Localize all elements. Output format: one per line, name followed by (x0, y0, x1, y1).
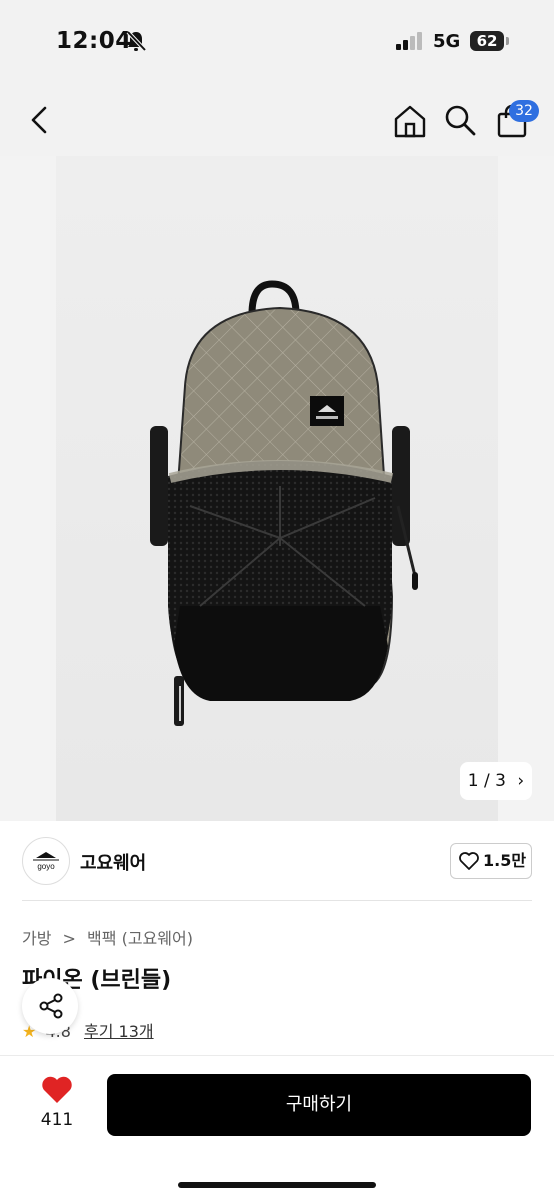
gallery-counter[interactable]: 1 / 3 › (460, 762, 532, 800)
share-icon (39, 993, 63, 1019)
heart-outline-icon (459, 852, 479, 870)
svg-text:goyo: goyo (37, 862, 55, 871)
goyo-logo-icon: goyo (33, 852, 59, 871)
brand-row[interactable]: goyo 고요웨어 1.5만 (0, 821, 554, 901)
wishlist-count: 411 (40, 1110, 74, 1130)
wishlist-heart-icon[interactable] (41, 1076, 73, 1104)
battery-icon: 62 (470, 31, 504, 51)
status-time: 12:04 (56, 28, 132, 54)
top-navigation: 32 (0, 84, 554, 156)
divider (22, 900, 532, 901)
bottom-action-bar: 411 구매하기 (0, 1055, 554, 1201)
home-indicator[interactable] (178, 1182, 376, 1188)
cell-signal-icon (396, 32, 422, 50)
network-type: 5G (433, 31, 461, 52)
share-button[interactable] (22, 978, 78, 1034)
back-arrow-icon[interactable] (28, 104, 52, 136)
reviews-link[interactable]: 후기 13개 (84, 1022, 154, 1041)
status-bar: 12:04 5G 62 (0, 0, 554, 84)
breadcrumb-separator: > (62, 929, 76, 948)
bell-muted-icon (126, 30, 146, 52)
cart-count-badge: 32 (509, 100, 539, 122)
breadcrumb-category[interactable]: 가방 (22, 929, 51, 948)
buy-button[interactable]: 구매하기 (107, 1074, 531, 1136)
search-icon[interactable] (444, 104, 476, 136)
product-image-gallery[interactable]: 1 / 3 › (0, 156, 554, 821)
breadcrumb: 가방 > 백팩 (고요웨어) (22, 925, 199, 949)
gallery-counter-text: 1 / 3 (467, 771, 506, 791)
home-icon[interactable] (393, 104, 427, 138)
battery-tip (506, 37, 509, 45)
brand-like-count: 1.5만 (483, 851, 527, 870)
brand-name[interactable]: 고요웨어 (80, 849, 146, 875)
backpack-product-image (150, 280, 418, 726)
brand-logo[interactable]: goyo (22, 837, 70, 885)
brand-like-button[interactable]: 1.5만 (450, 843, 532, 879)
chevron-right-icon: › (517, 771, 525, 791)
breadcrumb-subcategory[interactable]: 백팩 (고요웨어) (87, 929, 193, 948)
